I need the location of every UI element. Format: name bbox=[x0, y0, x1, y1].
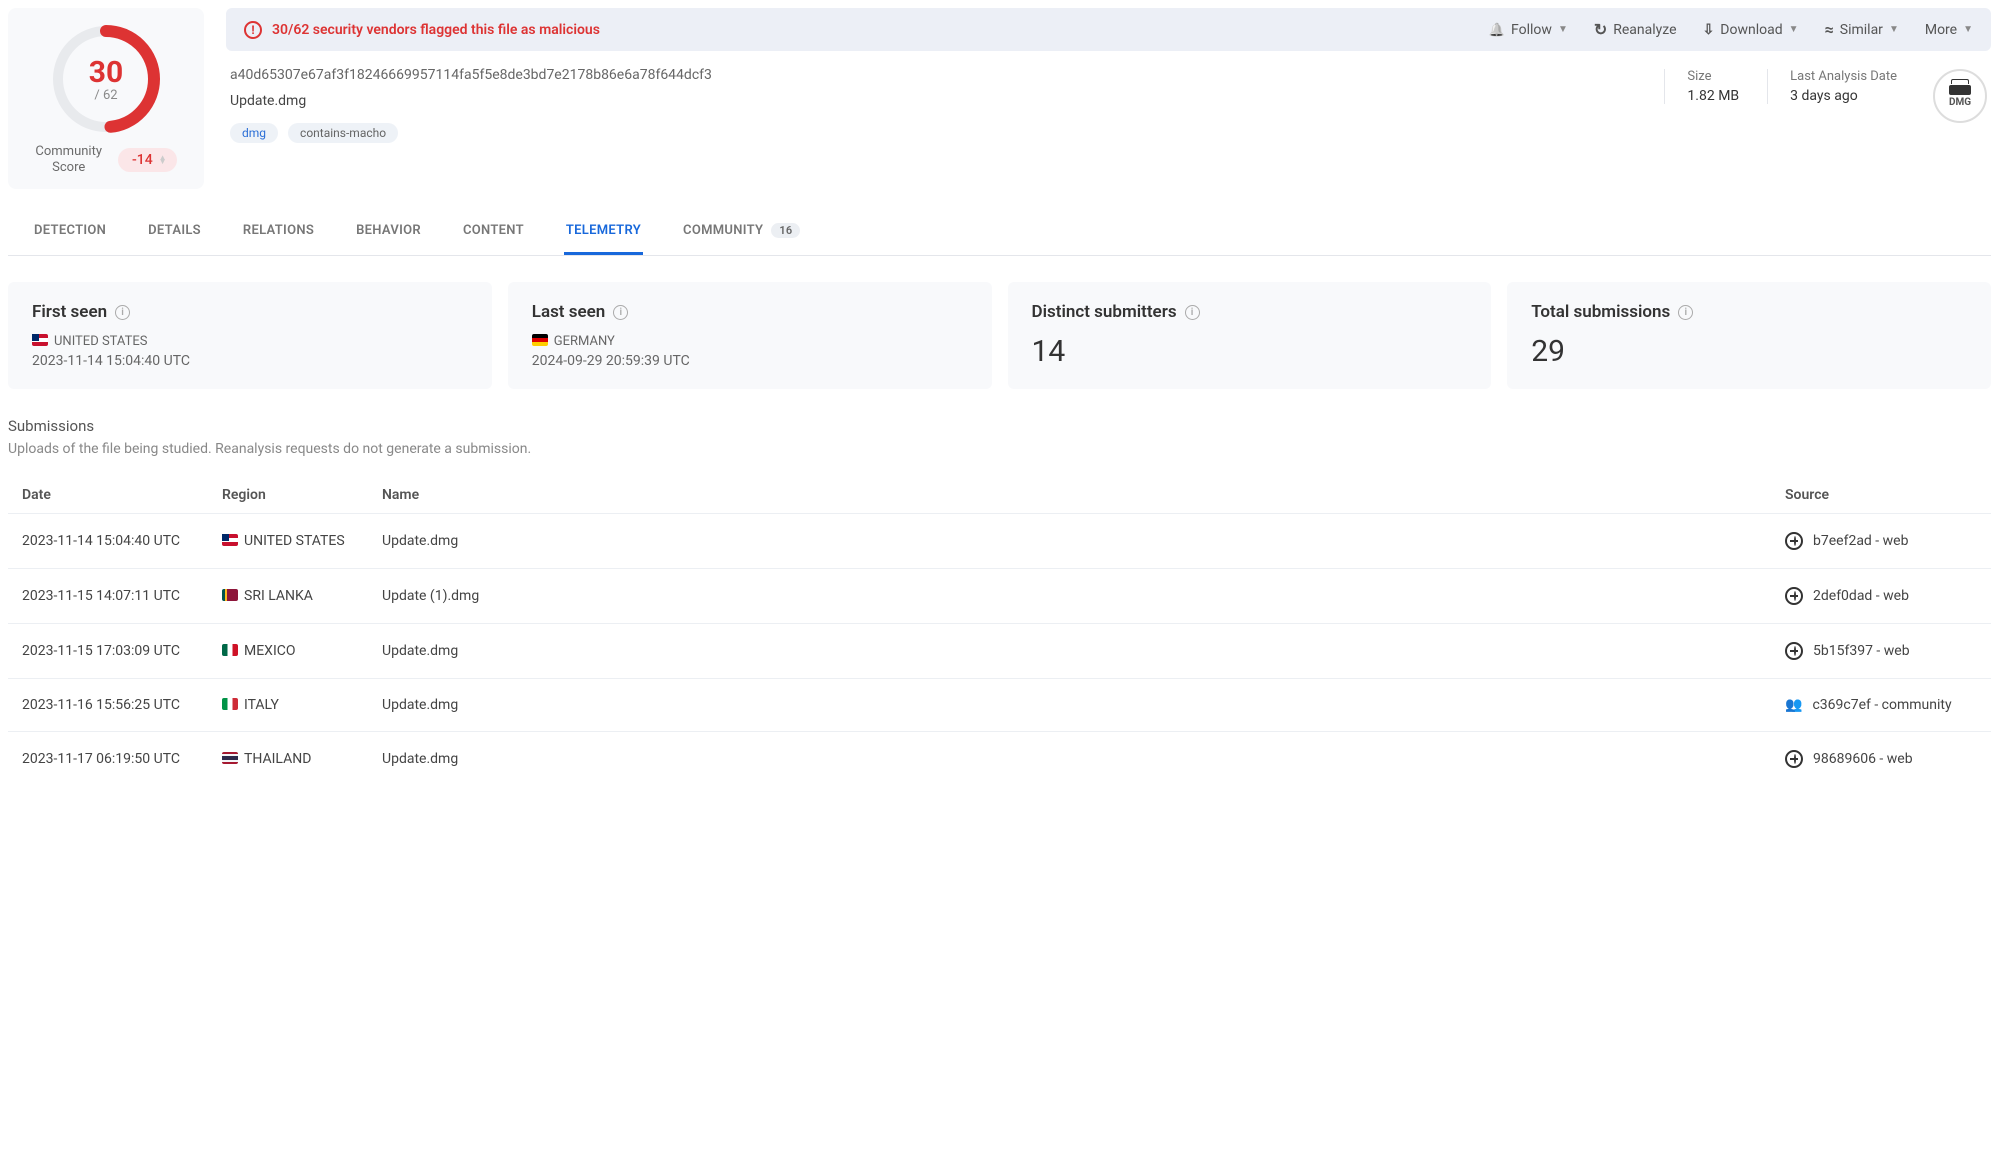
flag-de-icon bbox=[532, 334, 548, 346]
vote-arrows-icon[interactable]: ▲▼ bbox=[159, 156, 167, 164]
cell-source: 5b15f397 - web bbox=[1771, 624, 1991, 679]
globe-icon bbox=[1785, 642, 1803, 660]
size-stat: Size 1.82 MB bbox=[1664, 69, 1739, 104]
info-icon[interactable]: i bbox=[1185, 305, 1200, 320]
distinct-submitters-value: 14 bbox=[1032, 334, 1468, 369]
cell-date: 2023-11-15 14:07:11 UTC bbox=[8, 569, 208, 624]
similar-icon bbox=[1825, 20, 1834, 39]
col-region: Region bbox=[208, 477, 368, 514]
score-card: 30 / 62 CommunityScore -14 ▲▼ bbox=[8, 8, 204, 189]
download-button[interactable]: Download▼ bbox=[1703, 22, 1799, 38]
last-seen-time: 2024-09-29 20:59:39 UTC bbox=[532, 353, 968, 369]
cell-source: 2def0dad - web bbox=[1771, 569, 1991, 624]
community-score-value: -14 bbox=[132, 152, 153, 168]
cell-source: 98689606 - web bbox=[1771, 732, 1991, 787]
cell-date: 2023-11-15 17:03:09 UTC bbox=[8, 624, 208, 679]
bell-icon bbox=[1489, 22, 1505, 38]
file-name: Update.dmg bbox=[230, 93, 1644, 109]
tabs: DETECTION DETAILS RELATIONS BEHAVIOR CON… bbox=[8, 211, 1991, 256]
info-icon[interactable]: i bbox=[613, 305, 628, 320]
flag-us-icon bbox=[32, 334, 48, 346]
info-icon[interactable]: i bbox=[1678, 305, 1693, 320]
table-row[interactable]: 2023-11-16 15:56:25 UTCITALYUpdate.dmg👥c… bbox=[8, 679, 1991, 732]
last-analysis-stat: Last Analysis Date 3 days ago bbox=[1767, 69, 1897, 104]
community-score-pill[interactable]: -14 ▲▼ bbox=[118, 148, 177, 172]
tab-telemetry[interactable]: TELEMETRY bbox=[564, 211, 643, 255]
cell-date: 2023-11-16 15:56:25 UTC bbox=[8, 679, 208, 732]
banner-text: 30/62 security vendors flagged this file… bbox=[272, 22, 600, 38]
reanalyze-button[interactable]: Reanalyze bbox=[1594, 20, 1677, 39]
community-icon: 👥 bbox=[1785, 697, 1802, 713]
download-icon bbox=[1703, 22, 1715, 38]
flag-lk-icon bbox=[222, 589, 238, 601]
community-count-badge: 16 bbox=[771, 223, 800, 238]
col-name: Name bbox=[368, 477, 1771, 514]
first-seen-time: 2023-11-14 15:04:40 UTC bbox=[32, 353, 468, 369]
dmg-icon bbox=[1949, 85, 1971, 95]
table-row[interactable]: 2023-11-17 06:19:50 UTCTHAILANDUpdate.dm… bbox=[8, 732, 1991, 787]
col-source: Source bbox=[1771, 477, 1991, 514]
submissions-subtitle: Uploads of the file being studied. Reana… bbox=[8, 441, 1991, 457]
total-submissions-card: Total submissionsi 29 bbox=[1507, 282, 1991, 389]
table-row[interactable]: 2023-11-15 17:03:09 UTCMEXICOUpdate.dmg5… bbox=[8, 624, 1991, 679]
globe-icon bbox=[1785, 750, 1803, 768]
cell-region: UNITED STATES bbox=[208, 514, 368, 569]
submissions-heading: Submissions bbox=[8, 417, 1991, 435]
first-seen-country: UNITED STATES bbox=[32, 334, 468, 349]
chevron-down-icon: ▼ bbox=[1889, 24, 1899, 35]
cell-source: b7eef2ad - web bbox=[1771, 514, 1991, 569]
tab-content[interactable]: CONTENT bbox=[461, 211, 526, 255]
cell-name: Update.dmg bbox=[368, 732, 1771, 787]
community-score-label: CommunityScore bbox=[35, 144, 102, 175]
tab-behavior[interactable]: BEHAVIOR bbox=[354, 211, 423, 255]
flag-it-icon bbox=[222, 698, 238, 710]
cell-name: Update.dmg bbox=[368, 679, 1771, 732]
similar-button[interactable]: Similar▼ bbox=[1825, 20, 1899, 39]
flag-th-icon bbox=[222, 752, 238, 764]
cell-name: Update (1).dmg bbox=[368, 569, 1771, 624]
cell-date: 2023-11-14 15:04:40 UTC bbox=[8, 514, 208, 569]
malicious-banner: ! 30/62 security vendors flagged this fi… bbox=[226, 8, 1991, 51]
file-type-badge: DMG bbox=[1933, 69, 1987, 123]
tag-dmg[interactable]: dmg bbox=[230, 123, 278, 143]
tab-community[interactable]: COMMUNITY16 bbox=[681, 211, 802, 255]
first-seen-card: First seeni UNITED STATES 2023-11-14 15:… bbox=[8, 282, 492, 389]
detection-total: / 62 bbox=[94, 88, 117, 103]
tag-contains-macho[interactable]: contains-macho bbox=[288, 123, 398, 143]
distinct-submitters-card: Distinct submittersi 14 bbox=[1008, 282, 1492, 389]
total-submissions-value: 29 bbox=[1531, 334, 1967, 369]
globe-icon bbox=[1785, 532, 1803, 550]
flag-us-icon bbox=[222, 534, 238, 546]
more-button[interactable]: More▼ bbox=[1925, 22, 1973, 38]
cell-date: 2023-11-17 06:19:50 UTC bbox=[8, 732, 208, 787]
last-seen-card: Last seeni GERMANY 2024-09-29 20:59:39 U… bbox=[508, 282, 992, 389]
table-row[interactable]: 2023-11-14 15:04:40 UTCUNITED STATESUpda… bbox=[8, 514, 1991, 569]
file-hash[interactable]: a40d65307e67af3f18246669957114fa5f5e8de3… bbox=[230, 67, 1644, 83]
chevron-down-icon: ▼ bbox=[1558, 24, 1568, 35]
cell-name: Update.dmg bbox=[368, 514, 1771, 569]
chevron-down-icon: ▼ bbox=[1789, 24, 1799, 35]
detection-count: 30 bbox=[89, 55, 123, 90]
alert-icon: ! bbox=[244, 21, 262, 39]
globe-icon bbox=[1785, 587, 1803, 605]
follow-button[interactable]: Follow▼ bbox=[1489, 22, 1568, 38]
cell-region: SRI LANKA bbox=[208, 569, 368, 624]
tab-relations[interactable]: RELATIONS bbox=[241, 211, 316, 255]
detection-gauge: 30 / 62 bbox=[51, 24, 161, 134]
col-date: Date bbox=[8, 477, 208, 514]
flag-mx-icon bbox=[222, 644, 238, 656]
cell-source: 👥c369c7ef - community bbox=[1771, 679, 1991, 732]
cell-region: THAILAND bbox=[208, 732, 368, 787]
last-seen-country: GERMANY bbox=[532, 334, 968, 349]
submissions-table: Date Region Name Source 2023-11-14 15:04… bbox=[8, 477, 1991, 786]
tab-details[interactable]: DETAILS bbox=[146, 211, 203, 255]
chevron-down-icon: ▼ bbox=[1963, 24, 1973, 35]
cell-name: Update.dmg bbox=[368, 624, 1771, 679]
cell-region: MEXICO bbox=[208, 624, 368, 679]
tab-detection[interactable]: DETECTION bbox=[32, 211, 108, 255]
refresh-icon bbox=[1594, 20, 1607, 39]
cell-region: ITALY bbox=[208, 679, 368, 732]
info-icon[interactable]: i bbox=[115, 305, 130, 320]
table-row[interactable]: 2023-11-15 14:07:11 UTCSRI LANKAUpdate (… bbox=[8, 569, 1991, 624]
